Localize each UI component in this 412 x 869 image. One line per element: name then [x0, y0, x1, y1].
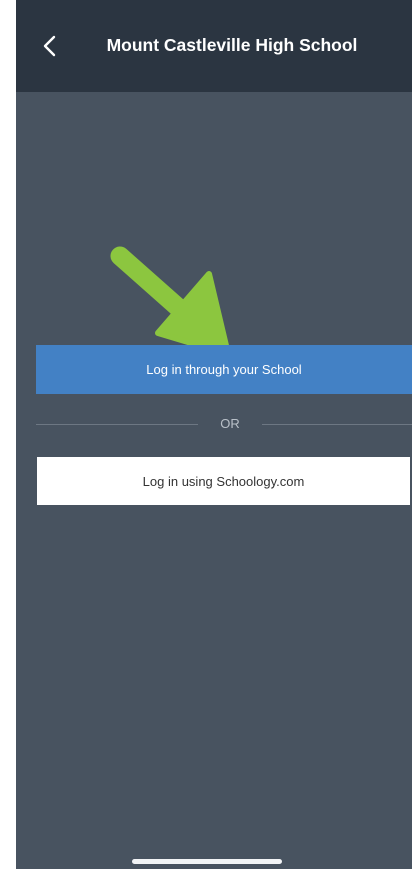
page-title: Mount Castleville High School	[106, 35, 358, 55]
login-screen: Mount Castleville High School Log in thr…	[16, 0, 412, 869]
chevron-left-icon	[43, 35, 56, 57]
back-button[interactable]	[28, 24, 72, 68]
divider-line-left	[36, 424, 198, 425]
navigation-bar: Mount Castleville High School	[16, 0, 412, 92]
divider-line-right	[262, 424, 412, 425]
schoology-login-button[interactable]: Log in using Schoology.com	[37, 457, 410, 505]
home-indicator[interactable]	[132, 859, 282, 864]
or-divider: OR	[36, 414, 412, 434]
or-label: OR	[220, 416, 240, 431]
school-login-button[interactable]: Log in through your School	[36, 345, 412, 394]
arrow-down-right-icon	[110, 246, 231, 357]
